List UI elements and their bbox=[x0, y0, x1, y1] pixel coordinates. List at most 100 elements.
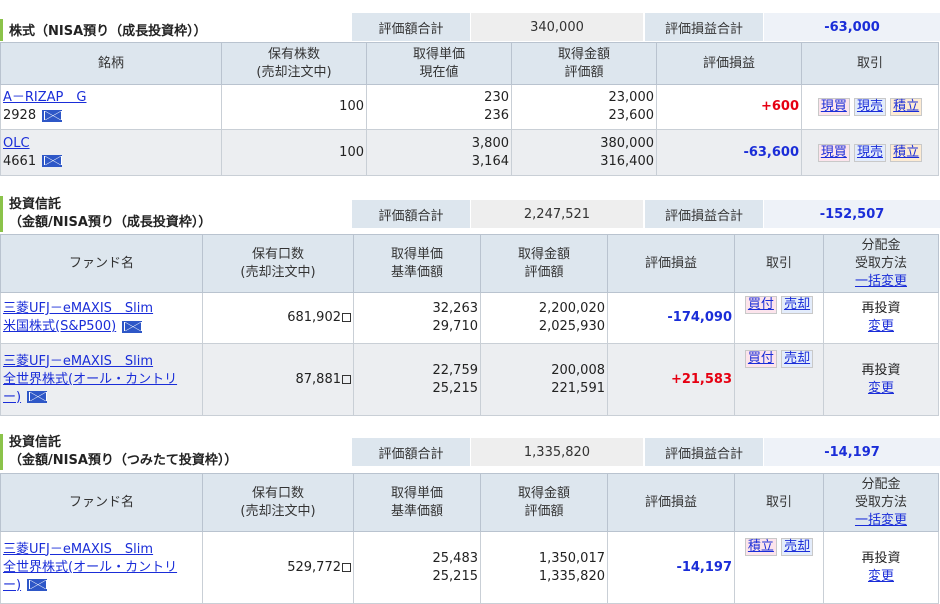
fund-nav: 25,215 bbox=[432, 380, 479, 396]
fund1-section-title: 投資信託 （金額/NISA預り（成長投資枠）） bbox=[0, 196, 350, 232]
fund-pl: +21,583 bbox=[607, 343, 735, 416]
sell-button[interactable]: 現売 bbox=[853, 143, 886, 162]
sell-button[interactable]: 売却 bbox=[781, 350, 814, 368]
stock-cost-unit: 230 bbox=[484, 90, 509, 105]
fund-units: 87,881 bbox=[295, 371, 342, 387]
fund1-pl-total-label: 評価損益合計 bbox=[645, 200, 763, 228]
col-header-trade: 取引 bbox=[734, 234, 824, 293]
stocks-section-title: 株式（NISA預り（成長投資枠）） bbox=[0, 19, 350, 41]
col-header-pl: 評価損益 bbox=[656, 42, 802, 85]
stock-eval-amount: 23,600 bbox=[608, 108, 655, 123]
col-header-pl: 評価損益 bbox=[607, 234, 735, 293]
col-header-pl: 評価損益 bbox=[607, 473, 735, 532]
stock-qty: 100 bbox=[221, 129, 367, 176]
change-link[interactable]: 変更 bbox=[868, 569, 894, 584]
fund2-pl-total-label: 評価損益合計 bbox=[645, 438, 763, 466]
buy-button[interactable]: 現買 bbox=[817, 143, 850, 162]
distribution-method: 再投資 bbox=[861, 301, 901, 316]
fund1-title-line2: （金額/NISA預り（成長投資枠）） bbox=[9, 215, 212, 230]
fund1-table: ファンド名 保有口数 (売却注文中) 取得単価 基準価額 取得金額 評価額 評価損益 … bbox=[0, 234, 939, 416]
col-header-unit-cost: 取得単価 基準価額 bbox=[353, 473, 481, 532]
table-row: OLC 4661 100 3,800 3,164 380,000 316,400 -… bbox=[0, 129, 939, 176]
table-row: 三菱UFJ－eMAXIS Slim 米国株式(S&P500) 681,902 32… bbox=[0, 292, 939, 344]
fund-units: 681,902 bbox=[287, 310, 341, 325]
stocks-table: 銘柄 保有株数 (売却注文中) 取得単価 現在値 取得金額 評価額 評価損益 取引 A… bbox=[0, 42, 939, 176]
stock-eval-amount: 316,400 bbox=[600, 153, 654, 169]
bulk-change-link[interactable]: 一括変更 bbox=[855, 274, 907, 289]
stock-current-price: 236 bbox=[484, 108, 509, 123]
distribution-method: 再投資 bbox=[861, 550, 901, 566]
fund1-eval-total-label: 評価額合計 bbox=[352, 200, 470, 228]
stock-cost-unit: 3,800 bbox=[471, 135, 509, 151]
fund-cost-unit: 32,263 bbox=[432, 301, 479, 316]
col-header-name: 銘柄 bbox=[0, 42, 222, 85]
fund1-eval-total-value: 2,247,521 bbox=[471, 200, 643, 228]
fund-nav: 29,710 bbox=[432, 319, 479, 334]
buy-button[interactable]: 買付 bbox=[744, 350, 777, 368]
checkbox-square-icon bbox=[342, 313, 351, 322]
accumulate-button[interactable]: 積立 bbox=[744, 538, 777, 556]
fund-nav: 25,215 bbox=[432, 568, 479, 584]
fund1-pl-total-value: -152,507 bbox=[764, 200, 940, 228]
col-header-distribution: 分配金 受取方法 一括変更 bbox=[823, 473, 939, 532]
checkbox-square-icon bbox=[342, 562, 351, 572]
fund2-table: ファンド名 保有口数 (売却注文中) 取得単価 基準価額 取得金額 評価額 評価損益 … bbox=[0, 473, 939, 604]
col-header-units: 保有口数 (売却注文中) bbox=[202, 234, 354, 293]
stock-code: 4661 bbox=[3, 153, 37, 169]
stock-pl: +600 bbox=[656, 84, 802, 130]
stock-cost-amount: 380,000 bbox=[600, 135, 654, 151]
accumulate-button[interactable]: 積立 bbox=[890, 143, 923, 162]
buy-button[interactable]: 買付 bbox=[744, 296, 777, 314]
table-row: 三菱UFJ－eMAXIS Slim 全世界株式(オール・カントリ ー) 529,77… bbox=[0, 531, 939, 604]
table-row: 三菱UFJ－eMAXIS Slim 全世界株式(オール・カントリ ー) 87,881… bbox=[0, 343, 939, 416]
change-link[interactable]: 変更 bbox=[868, 319, 894, 334]
fund2-pl-total-value: -14,197 bbox=[764, 438, 940, 466]
fund2-eval-total-label: 評価額合計 bbox=[352, 438, 470, 466]
sell-button[interactable]: 現売 bbox=[853, 98, 886, 116]
mail-icon[interactable] bbox=[27, 579, 48, 591]
fund-cost-amount: 2,200,020 bbox=[538, 301, 605, 316]
stocks-pl-total-label: 評価損益合計 bbox=[645, 13, 763, 41]
stock-current-price: 3,164 bbox=[471, 153, 509, 169]
mail-icon[interactable] bbox=[42, 155, 63, 167]
mail-icon[interactable] bbox=[42, 109, 63, 122]
stock-pl: -63,600 bbox=[656, 129, 802, 176]
fund-cost-amount: 1,350,017 bbox=[538, 550, 605, 566]
fund1-title-line1: 投資信託 bbox=[9, 197, 62, 212]
stock-name-link[interactable]: OLC bbox=[3, 136, 30, 151]
stocks-eval-total-value: 340,000 bbox=[471, 13, 643, 41]
fund-pl: -14,197 bbox=[607, 531, 735, 604]
stock-name-link[interactable]: A－RIZAP G bbox=[3, 90, 86, 105]
fund-units: 529,772 bbox=[287, 559, 341, 575]
col-header-fund-name: ファンド名 bbox=[0, 234, 203, 293]
fund2-summary-bar: 投資信託 （金額/NISA預り（つみたて投資枠）） 評価額合計 1,335,82… bbox=[0, 434, 940, 470]
col-header-qty: 保有株数 (売却注文中) bbox=[221, 42, 367, 85]
mail-icon[interactable] bbox=[122, 320, 143, 333]
stocks-title-text: 株式（NISA預り（成長投資枠）） bbox=[9, 24, 207, 39]
col-header-trade: 取引 bbox=[734, 473, 824, 532]
buy-button[interactable]: 現買 bbox=[817, 98, 850, 116]
change-link[interactable]: 変更 bbox=[868, 381, 894, 396]
table-row: A－RIZAP G 2928 100 230 236 23,000 23,600 +… bbox=[0, 84, 939, 130]
fund-pl: -174,090 bbox=[607, 292, 735, 344]
col-header-unit: 取得単価 現在値 bbox=[366, 42, 512, 85]
fund1-summary-bar: 投資信託 （金額/NISA預り（成長投資枠）） 評価額合計 2,247,521 … bbox=[0, 196, 940, 232]
fund-eval-amount: 1,335,820 bbox=[538, 568, 605, 584]
stock-code: 2928 bbox=[3, 108, 37, 123]
sell-button[interactable]: 売却 bbox=[781, 538, 814, 556]
col-header-trade: 取引 bbox=[801, 42, 939, 85]
mail-icon[interactable] bbox=[27, 391, 48, 403]
checkbox-square-icon bbox=[342, 374, 351, 384]
fund2-title-line2: （金額/NISA預り（つみたて投資枠）） bbox=[9, 453, 238, 468]
fund-eval-amount: 221,591 bbox=[551, 380, 605, 396]
bulk-change-link[interactable]: 一括変更 bbox=[855, 513, 907, 528]
fund-cost-unit: 25,483 bbox=[432, 550, 479, 566]
col-header-unit-cost: 取得単価 基準価額 bbox=[353, 234, 481, 293]
col-header-amount: 取得金額 評価額 bbox=[480, 473, 608, 532]
accumulate-button[interactable]: 積立 bbox=[890, 98, 923, 116]
fund2-eval-total-value: 1,335,820 bbox=[471, 438, 643, 466]
col-header-amount: 取得金額 評価額 bbox=[511, 42, 657, 85]
sell-button[interactable]: 売却 bbox=[781, 296, 814, 314]
fund2-title-line1: 投資信託 bbox=[9, 435, 62, 450]
stock-qty: 100 bbox=[221, 84, 367, 130]
